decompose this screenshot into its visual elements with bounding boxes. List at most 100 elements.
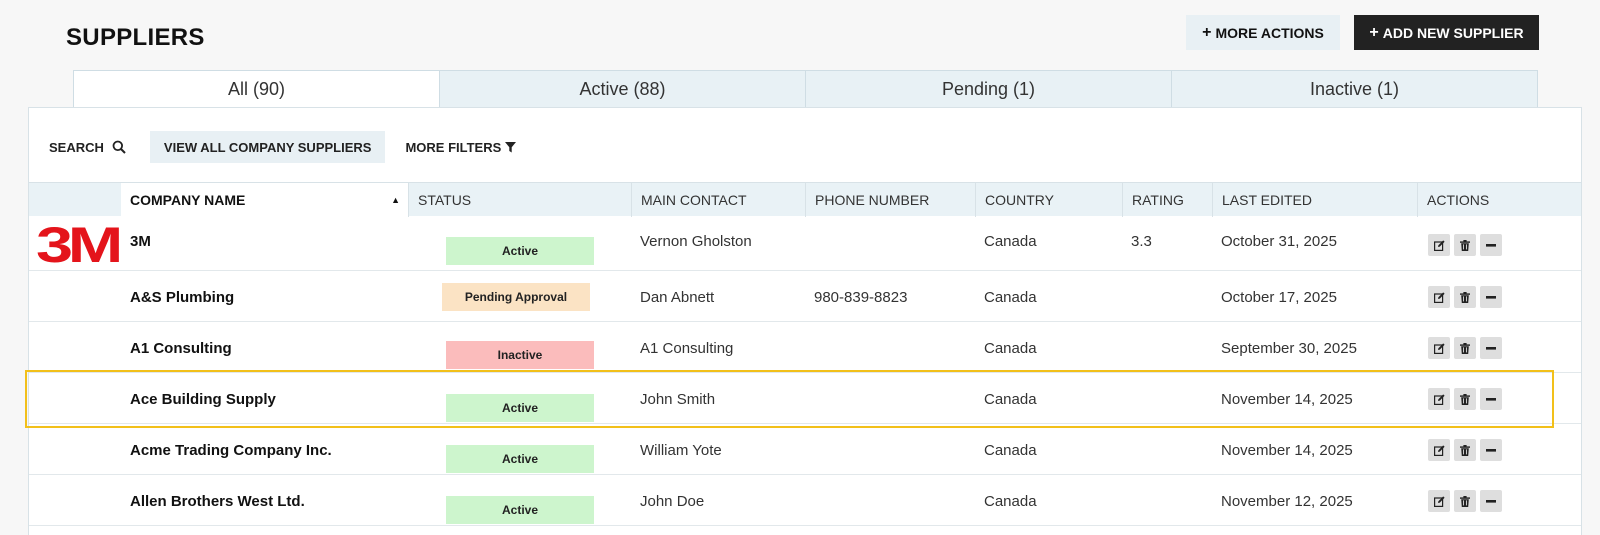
edit-button[interactable] bbox=[1428, 286, 1450, 308]
last-edited: October 31, 2025 bbox=[1221, 232, 1337, 250]
more-filters-label: MORE FILTERS bbox=[405, 139, 502, 155]
sort-up-icon: ▲ bbox=[391, 195, 400, 205]
status-badge: Active bbox=[446, 496, 594, 524]
country-header[interactable]: COUNTRY bbox=[975, 183, 1122, 217]
country: Canada bbox=[984, 492, 1037, 510]
status-badge: Active bbox=[446, 445, 594, 473]
page-title: SUPPLIERS bbox=[66, 24, 205, 51]
minus-icon bbox=[1486, 397, 1496, 401]
row-actions bbox=[1428, 475, 1502, 527]
delete-button[interactable] bbox=[1454, 388, 1476, 410]
collapse-button[interactable] bbox=[1480, 337, 1502, 359]
delete-button[interactable] bbox=[1454, 439, 1476, 461]
minus-icon bbox=[1486, 243, 1496, 247]
table-header: COMPANY NAME ▲ STATUS MAIN CONTACT PHONE… bbox=[29, 182, 1581, 217]
collapse-button[interactable] bbox=[1480, 490, 1502, 512]
country: Canada bbox=[984, 441, 1037, 459]
table-row: A1 Consulting Inactive A1 Consulting Canada… bbox=[29, 322, 1581, 373]
company-name-link[interactable]: Allen Brothers West Ltd. bbox=[130, 475, 305, 527]
company-name-link[interactable]: Acme Trading Company Inc. bbox=[130, 424, 332, 476]
row-actions bbox=[1428, 424, 1502, 476]
minus-icon bbox=[1486, 346, 1496, 350]
suppliers-page: SUPPLIERS + MORE ACTIONS + ADD NEW SUPPL… bbox=[0, 0, 1600, 535]
search-toggle[interactable]: SEARCH bbox=[49, 140, 126, 155]
edit-button[interactable] bbox=[1428, 490, 1450, 512]
status-badge: Pending Approval bbox=[442, 283, 590, 311]
delete-button[interactable] bbox=[1454, 286, 1476, 308]
suppliers-panel: SEARCH VIEW ALL COMPANY SUPPLIERS MORE F… bbox=[28, 107, 1582, 535]
last-edited-header[interactable]: LAST EDITED bbox=[1212, 183, 1417, 217]
delete-button[interactable] bbox=[1454, 490, 1476, 512]
country: Canada bbox=[984, 232, 1037, 250]
trash-icon bbox=[1460, 495, 1470, 507]
table-row: 3M 3M Active Vernon Gholston Canada 3.3 Octobe… bbox=[29, 216, 1581, 271]
country: Canada bbox=[984, 339, 1037, 357]
company-name-link[interactable]: A1 Consulting bbox=[130, 322, 232, 374]
table-row: A&S Plumbing Pending Approval Dan Abnett 98… bbox=[29, 271, 1581, 322]
edit-button[interactable] bbox=[1428, 388, 1450, 410]
rating: 3.3 bbox=[1131, 232, 1152, 250]
company-name-link[interactable]: Ace Building Supply bbox=[130, 373, 276, 425]
table-row: Allen Brothers West Ltd. Active John Doe Ca… bbox=[29, 475, 1581, 526]
more-filters-button[interactable]: MORE FILTERS bbox=[405, 139, 517, 155]
country: Canada bbox=[984, 390, 1037, 408]
status-tabs: All (90) Active (88) Pending (1) Inactiv… bbox=[73, 70, 1538, 108]
edit-button[interactable] bbox=[1428, 337, 1450, 359]
edit-button[interactable] bbox=[1428, 234, 1450, 256]
trash-icon bbox=[1460, 444, 1470, 456]
company-name-link[interactable]: A&S Plumbing bbox=[130, 271, 234, 323]
edit-button[interactable] bbox=[1428, 439, 1450, 461]
row-actions bbox=[1428, 216, 1502, 274]
collapse-button[interactable] bbox=[1480, 439, 1502, 461]
add-supplier-label: ADD NEW SUPPLIER bbox=[1382, 24, 1524, 41]
row-actions bbox=[1428, 322, 1502, 374]
last-edited: November 12, 2025 bbox=[1221, 492, 1353, 510]
last-edited: November 14, 2025 bbox=[1221, 441, 1353, 459]
main-contact: John Smith bbox=[640, 390, 716, 408]
minus-icon bbox=[1486, 295, 1496, 299]
main-contact: Dan Abnett bbox=[640, 288, 715, 306]
trash-icon bbox=[1460, 239, 1470, 251]
status-header[interactable]: STATUS bbox=[408, 183, 631, 217]
edit-icon bbox=[1433, 239, 1445, 251]
plus-icon: + bbox=[1369, 23, 1379, 41]
phone-number: 980-839-8823 bbox=[814, 288, 908, 306]
collapse-button[interactable] bbox=[1480, 286, 1502, 308]
collapse-button[interactable] bbox=[1480, 388, 1502, 410]
more-actions-button[interactable]: + MORE ACTIONS bbox=[1186, 15, 1340, 50]
main-contact: William Yote bbox=[640, 441, 722, 459]
trash-icon bbox=[1460, 393, 1470, 405]
company-name-header[interactable]: COMPANY NAME ▲ bbox=[121, 183, 408, 217]
edit-icon bbox=[1433, 393, 1445, 405]
phone-number-header[interactable]: PHONE NUMBER bbox=[805, 183, 975, 217]
logo-column-header bbox=[29, 183, 121, 217]
search-icon bbox=[112, 140, 126, 154]
filter-bar: SEARCH VIEW ALL COMPANY SUPPLIERS MORE F… bbox=[49, 131, 517, 163]
status-badge: Inactive bbox=[446, 341, 594, 369]
edit-icon bbox=[1433, 495, 1445, 507]
view-all-company-suppliers-button[interactable]: VIEW ALL COMPANY SUPPLIERS bbox=[149, 131, 386, 163]
status-badge: Active bbox=[446, 237, 594, 265]
main-contact-header[interactable]: MAIN CONTACT bbox=[631, 183, 805, 217]
last-edited: September 30, 2025 bbox=[1221, 339, 1357, 357]
last-edited: November 14, 2025 bbox=[1221, 390, 1353, 408]
company-name-link[interactable]: 3M bbox=[130, 216, 151, 266]
last-edited: October 17, 2025 bbox=[1221, 288, 1337, 306]
collapse-button[interactable] bbox=[1480, 234, 1502, 256]
delete-button[interactable] bbox=[1454, 234, 1476, 256]
tab-active[interactable]: Active (88) bbox=[440, 70, 806, 108]
minus-icon bbox=[1486, 499, 1496, 503]
tab-all[interactable]: All (90) bbox=[73, 70, 440, 108]
tab-pending[interactable]: Pending (1) bbox=[806, 70, 1172, 108]
delete-button[interactable] bbox=[1454, 337, 1476, 359]
main-contact: Vernon Gholston bbox=[640, 232, 752, 250]
trash-icon bbox=[1460, 291, 1470, 303]
row-actions bbox=[1428, 271, 1502, 323]
tab-inactive[interactable]: Inactive (1) bbox=[1172, 70, 1538, 108]
add-new-supplier-button[interactable]: + ADD NEW SUPPLIER bbox=[1354, 15, 1539, 50]
more-actions-label: MORE ACTIONS bbox=[1215, 24, 1324, 41]
rating-header[interactable]: RATING bbox=[1122, 183, 1212, 217]
search-label: SEARCH bbox=[49, 139, 104, 155]
table-row: Acme Trading Company Inc. Active William Y… bbox=[29, 424, 1581, 475]
svg-text:3M: 3M bbox=[36, 224, 119, 264]
